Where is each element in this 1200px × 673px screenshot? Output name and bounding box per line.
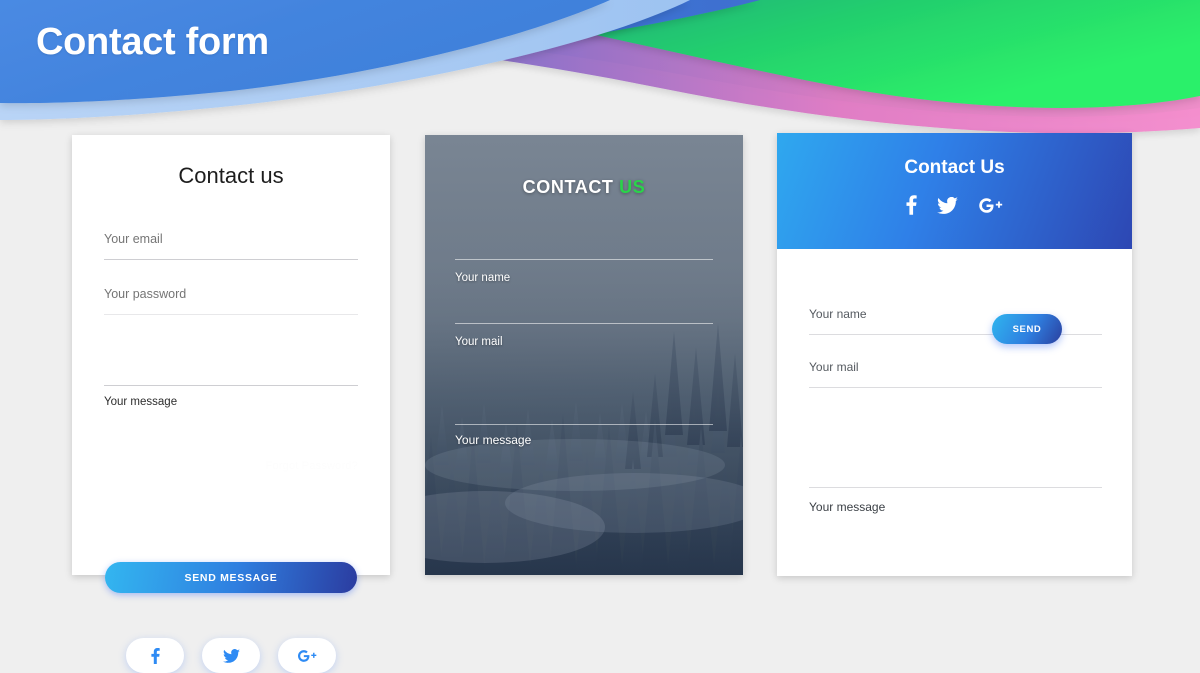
card3-mail-label[interactable]: Your mail [809,360,859,374]
card2-message-underline [455,424,713,425]
contact-card-photo: CONTACT US Your name Your mail Your mess… [425,135,743,575]
contact-card-header: Contact Us Your name Your mail Your mess… [777,133,1132,576]
card3-body: Your name Your mail Your message SEND [777,249,1132,576]
card2-message-label[interactable]: Your message [455,433,531,447]
card3-social-row [777,195,1132,215]
card1-password-underline [104,314,358,315]
card2-title: CONTACT US [425,135,743,198]
card2-name-underline [455,259,713,260]
twitter-icon-button[interactable] [937,195,958,215]
card3-message-label[interactable]: Your message [809,500,885,514]
card1-title: Contact us [178,163,284,188]
google-plus-icon [298,649,317,662]
card1-password-label: Your password [104,287,187,301]
card2-title-accent: US [619,177,646,197]
facebook-icon [906,195,917,215]
google-plus-icon-button[interactable] [278,638,336,673]
card3-title: Contact Us [904,157,1005,178]
card1-email-underline [104,259,358,260]
card2-mail-underline [455,323,713,324]
card2-mail-label[interactable]: Your mail [455,336,503,348]
twitter-icon [937,196,958,214]
card3-mail-underline [809,387,1102,388]
twitter-icon-button[interactable] [202,638,260,673]
card3-message-underline [809,487,1102,488]
card1-message-field[interactable]: Your message [104,396,358,409]
card1-send-message-button[interactable]: SEND MESSAGE [105,562,357,593]
facebook-icon-button[interactable] [906,195,917,215]
card1-forgot-password-link[interactable]: Forgot Password? [266,460,358,472]
facebook-icon [150,647,160,664]
contact-card-simple: Contact us Your email Your password Forg… [72,135,390,673]
card3-send-button[interactable]: SEND [992,314,1062,344]
card3-header: Contact Us [777,133,1132,249]
card1-message-label: Your message [104,396,178,408]
card1-password-field[interactable]: Your password [104,288,358,301]
card3-name-label[interactable]: Your name [809,307,867,321]
twitter-icon [222,648,240,663]
card2-content: CONTACT US Your name Your mail Your mess… [425,135,743,575]
card1-message-underline [104,385,358,386]
page-title: Contact form [36,21,269,63]
google-plus-icon-button[interactable] [978,195,1003,215]
card1-social-row [72,638,390,673]
google-plus-icon [979,197,1003,213]
card2-title-main: CONTACT [522,177,614,197]
card1-email-label: Your email [104,232,163,246]
card2-name-label[interactable]: Your name [455,272,510,284]
card1-email-field[interactable]: Your email [104,233,358,246]
page-header: Contact form [0,0,1200,145]
facebook-icon-button[interactable] [126,638,184,673]
